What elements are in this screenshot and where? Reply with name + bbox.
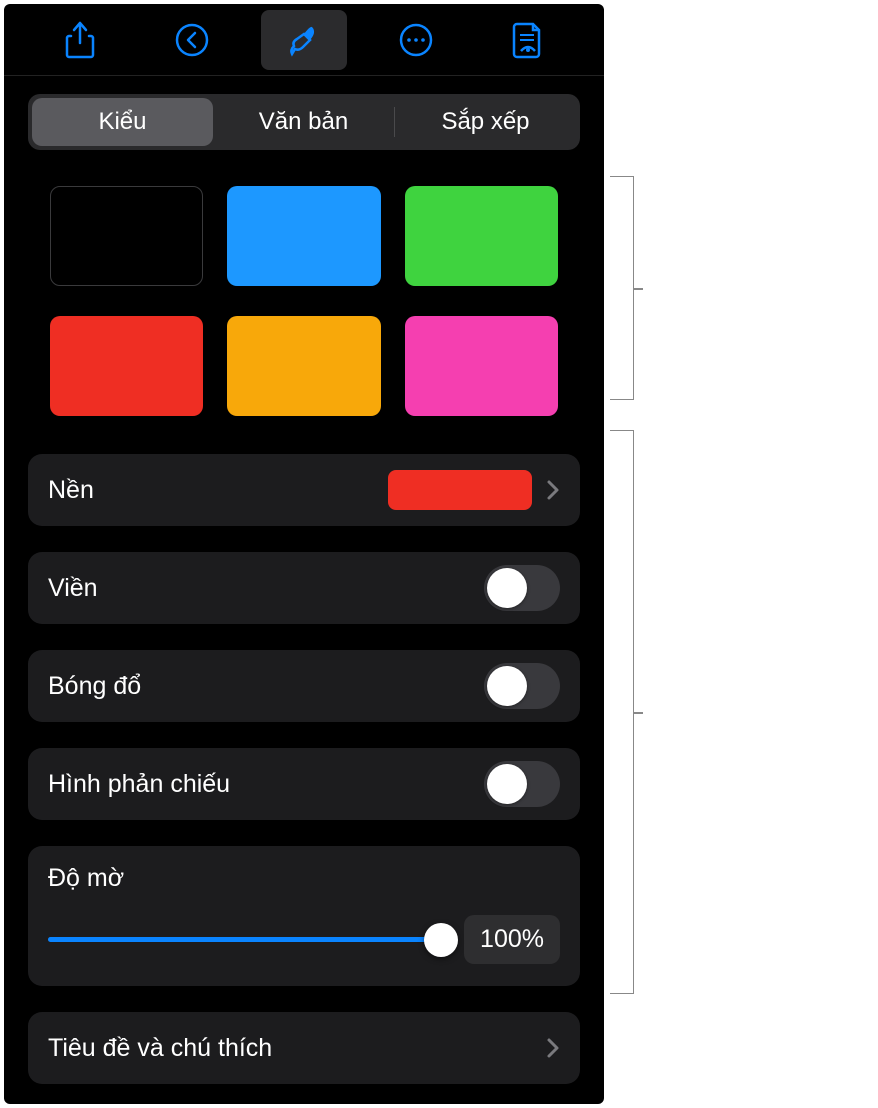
- background-row[interactable]: Nền: [28, 454, 580, 526]
- share-button[interactable]: [37, 10, 123, 70]
- reflection-toggle[interactable]: [484, 761, 560, 807]
- opacity-label: Độ mờ: [48, 864, 560, 893]
- document-eye-icon: [511, 21, 545, 59]
- slider-thumb[interactable]: [424, 923, 458, 957]
- tab-text[interactable]: Văn bản: [213, 98, 394, 146]
- border-row[interactable]: Viền: [28, 552, 580, 624]
- more-button[interactable]: [373, 10, 459, 70]
- chevron-right-icon: [546, 479, 560, 501]
- opacity-value[interactable]: 100%: [464, 915, 560, 964]
- toggle-knob: [487, 568, 527, 608]
- border-toggle[interactable]: [484, 565, 560, 611]
- opacity-row: Độ mờ 100%: [28, 846, 580, 986]
- style-rows: Nền Viền Bóng đổ Hình phản chiếu Độ mờ: [4, 454, 604, 1084]
- top-toolbar: [4, 4, 604, 76]
- title-caption-label: Tiêu đề và chú thích: [48, 1034, 546, 1063]
- tab-arrange[interactable]: Sắp xếp: [395, 98, 576, 146]
- reflection-row[interactable]: Hình phản chiếu: [28, 748, 580, 820]
- shadow-label: Bóng đổ: [48, 672, 484, 701]
- swatch-red[interactable]: [50, 316, 203, 416]
- paintbrush-icon: [286, 22, 322, 58]
- swatch-blue[interactable]: [227, 186, 380, 286]
- callout-bracket-controls: [610, 430, 634, 994]
- tab-style[interactable]: Kiểu: [32, 98, 213, 146]
- background-color-chip: [388, 470, 532, 510]
- opacity-slider[interactable]: [48, 928, 444, 952]
- style-swatches: [50, 186, 558, 416]
- toggle-knob: [487, 666, 527, 706]
- undo-button[interactable]: [149, 10, 235, 70]
- chevron-right-icon: [546, 1037, 560, 1059]
- callout-bracket-swatches: [610, 176, 634, 400]
- shadow-toggle[interactable]: [484, 663, 560, 709]
- reflection-label: Hình phản chiếu: [48, 770, 484, 799]
- title-caption-row[interactable]: Tiêu đề và chú thích: [28, 1012, 580, 1084]
- share-icon: [65, 21, 95, 59]
- swatch-green[interactable]: [405, 186, 558, 286]
- border-label: Viền: [48, 574, 484, 603]
- ellipsis-circle-icon: [398, 22, 434, 58]
- document-button[interactable]: [485, 10, 571, 70]
- toggle-knob: [487, 764, 527, 804]
- undo-icon: [174, 22, 210, 58]
- swatch-orange[interactable]: [227, 316, 380, 416]
- swatch-pink[interactable]: [405, 316, 558, 416]
- swatch-black[interactable]: [50, 186, 203, 286]
- shadow-row[interactable]: Bóng đổ: [28, 650, 580, 722]
- background-label: Nền: [48, 476, 388, 505]
- format-tabs: Kiểu Văn bản Sắp xếp: [28, 94, 580, 150]
- slider-fill: [48, 937, 444, 942]
- format-panel: Kiểu Văn bản Sắp xếp Nền Viền Bóng đổ Hì…: [4, 4, 604, 1104]
- format-button[interactable]: [261, 10, 347, 70]
